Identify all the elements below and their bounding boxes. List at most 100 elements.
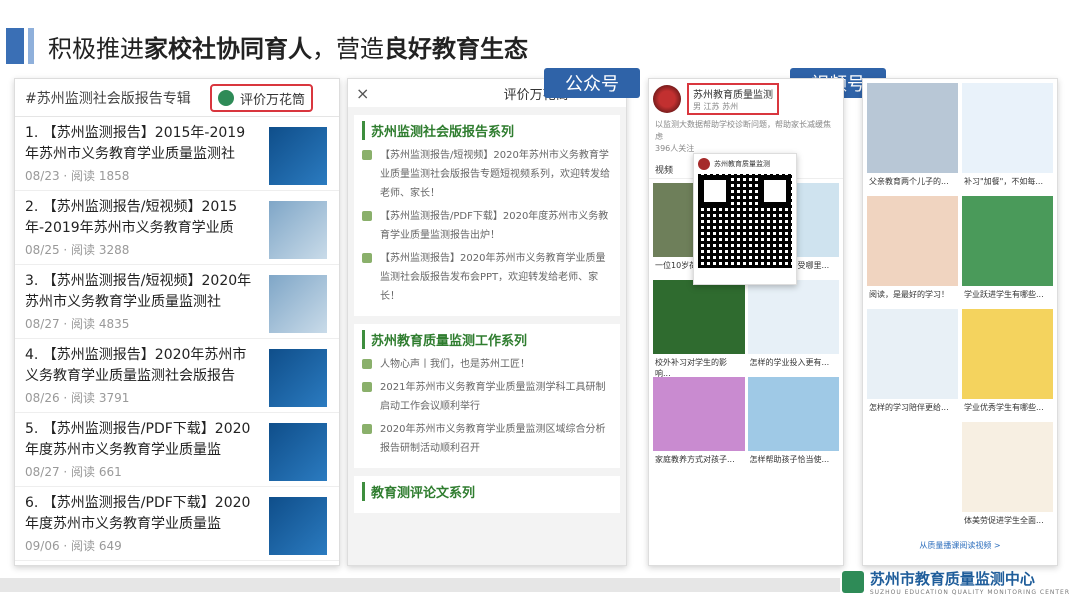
series-link[interactable]: 【苏州监测报告】2020年苏州市义务教育学业质量监测社会版报告发布会PPT，欢迎… xyxy=(362,249,612,306)
title-part: 积极推进 xyxy=(48,34,144,63)
video-card[interactable]: 家庭教养方式对孩子... xyxy=(653,377,745,471)
album-header: #苏州监测社会版报告专辑 评价万花筒 xyxy=(15,79,339,117)
slide-title: 积极推进家校社协同育人，营造良好教育生态 xyxy=(48,29,528,64)
channel-location: 男 江苏 苏州 xyxy=(693,102,739,111)
series-link-text: 【苏州监测报告/短视频】2020年苏州市义务教育学业质量监测社会版报告专题短视频… xyxy=(380,150,610,199)
bullet-icon xyxy=(362,359,372,369)
feed-card[interactable]: 父亲教育两个儿子的... xyxy=(867,83,958,193)
channel-description: 以监测大数据帮助学校诊断问题，帮助家长减缓焦虑 xyxy=(655,120,831,141)
article-title: 5. 【苏州监测报告/PDF下载】2020年度苏州市义务教育学业质量监 xyxy=(25,421,251,458)
feed-caption: 学业跃进学生有哪些... xyxy=(964,290,1044,299)
tab-videos-label: 视频 xyxy=(655,166,674,176)
article-thumbnail xyxy=(269,423,327,481)
series-link[interactable]: 2021年苏州市义务教育学业质量监测学科工具研制启动工作会议顺利举行 xyxy=(362,378,612,416)
series-link[interactable]: 2020年苏州市义务教育学业质量监测区域综合分析报告研制活动顺利召开 xyxy=(362,420,612,458)
article-thumbnail xyxy=(269,275,327,333)
feed-thumbnail xyxy=(962,422,1053,512)
article-title: 4. 【苏州监测报告】2020年苏州市义务教育学业质量监测社会版报告 xyxy=(25,347,247,384)
video-channel-panel: 苏州教育质量监测 男 江苏 苏州 以监测大数据帮助学校诊断问题，帮助家长减缓焦虑… xyxy=(648,78,844,566)
qr-title: 苏州教育质量监测 xyxy=(714,160,770,168)
account-tag-label: 评价万花筒 xyxy=(239,92,305,108)
series-title: 教育测评论文系列 xyxy=(362,482,612,501)
video-caption: 家庭教养方式对孩子... xyxy=(655,455,735,464)
account-logo-icon xyxy=(217,90,234,106)
channel-name: 苏州教育质量监测 xyxy=(693,90,773,101)
see-more-link[interactable]: 从质量播课阅读视频 > xyxy=(863,540,1057,551)
series-card: 苏州教育质量监测工作系列人物心声丨我们，也是苏州工匠！ 2021年苏州市义务教育学… xyxy=(354,324,620,468)
video-card[interactable]: 怎样的学业投入更有... xyxy=(747,280,839,374)
album-hashtag[interactable]: #苏州监测社会版报告专辑 xyxy=(25,88,191,108)
video-caption: 怎样帮助孩子恰当使... xyxy=(749,455,830,464)
article-item[interactable]: 5. 【苏州监测报告/PDF下载】2020年度苏州市义务教育学业质量监 08/27… xyxy=(15,413,339,487)
video-thumbnail xyxy=(653,280,745,354)
org-name-en: SUZHOU EDUCATION QUALITY MONITORING CENT… xyxy=(869,589,1070,596)
feed-card[interactable]: 怎样的学习陪伴更给... xyxy=(867,309,958,419)
bullet-icon xyxy=(362,150,372,160)
article-title: 3. 【苏州监测报告/短视频】2020年苏州市义务教育学业质量监测社 xyxy=(25,273,252,310)
article-title: 1. 【苏州监测报告】2015年-2019年苏州市义务教育学业质量监测社 xyxy=(25,125,246,162)
account-tag[interactable]: 评价万花筒 xyxy=(209,84,313,112)
article-thumbnail xyxy=(269,349,327,407)
title-emphasis: 良好教育生态 xyxy=(384,34,528,63)
video-caption: 校外补习对学生的影响... xyxy=(655,358,727,378)
feed-card[interactable]: 学业跃进学生有哪些... xyxy=(962,196,1053,306)
article-thumbnail xyxy=(269,127,327,185)
qr-popup: 苏州教育质量监测 xyxy=(693,153,797,285)
video-card[interactable]: 怎样帮助孩子恰当使... xyxy=(747,377,839,471)
feed-caption: 阅读，是最好的学习！ xyxy=(869,290,949,299)
article-item[interactable]: 3. 【苏州监测报告/短视频】2020年苏州市义务教育学业质量监测社 08/27 … xyxy=(15,265,339,339)
qr-code-icon[interactable] xyxy=(698,174,792,268)
article-item[interactable]: 4. 【苏州监测报告】2020年苏州市义务教育学业质量监测社会版报告 08/26 … xyxy=(15,339,339,413)
bullet-icon xyxy=(362,211,372,221)
video-thumbnail xyxy=(747,280,839,354)
series-link-text: 2021年苏州市义务教育学业质量监测学科工具研制启动工作会议顺利举行 xyxy=(380,382,606,412)
feed-thumbnail xyxy=(867,309,958,399)
series-link-text: 2020年苏州市义务教育学业质量监测区域综合分析报告研制活动顺利召开 xyxy=(380,424,606,454)
bullet-icon xyxy=(362,382,372,392)
feed-card[interactable]: 阅读，是最好的学习！ xyxy=(867,196,958,306)
channel-header: 苏州教育质量监测 男 江苏 苏州 xyxy=(649,79,843,119)
feed-card[interactable]: 体美劳促进学生全面... xyxy=(962,422,1053,532)
series-link[interactable]: 人物心声丨我们，也是苏州工匠！ xyxy=(362,355,612,374)
article-list: 1. 【苏州监测报告】2015年-2019年苏州市义务教育学业质量监测社 08/2… xyxy=(15,117,339,561)
callout-official-account: 公众号 xyxy=(544,68,640,98)
series-list: 苏州监测社会版报告系列【苏州监测报告/短视频】2020年苏州市义务教育学业质量监… xyxy=(348,115,626,513)
series-title: 苏州教育质量监测工作系列 xyxy=(362,330,612,349)
article-item[interactable]: 1. 【苏州监测报告】2015年-2019年苏州市义务教育学业质量监测社 08/2… xyxy=(15,117,339,191)
slide-title-bar: 积极推进家校社协同育人，营造良好教育生态 xyxy=(0,22,528,70)
feed-thumbnail xyxy=(962,196,1053,286)
account-menu-panel: × 评价万花筒 › 苏州监测社会版报告系列【苏州监测报告/短视频】2020年苏州… xyxy=(347,78,627,566)
footer-logo: 苏州市教育质量监测中心 SUZHOU EDUCATION QUALITY MON… xyxy=(841,568,1070,596)
series-card: 苏州监测社会版报告系列【苏州监测报告/短视频】2020年苏州市义务教育学业质量监… xyxy=(354,115,620,316)
series-title: 苏州监测社会版报告系列 xyxy=(362,121,612,140)
video-thumbnail xyxy=(747,377,839,451)
video-caption: 怎样的学业投入更有... xyxy=(749,358,830,367)
series-link-text: 人物心声丨我们，也是苏州工匠！ xyxy=(380,359,530,370)
bullet-icon xyxy=(362,424,372,434)
org-logo-icon xyxy=(841,571,864,593)
feed-thumbnail xyxy=(962,83,1053,173)
title-accent xyxy=(6,28,24,64)
avatar[interactable] xyxy=(653,85,681,113)
feed-thumbnail xyxy=(962,309,1053,399)
close-icon[interactable]: × xyxy=(356,84,369,103)
article-list-panel: #苏州监测社会版报告专辑 评价万花筒 1. 【苏州监测报告】2015年-2019… xyxy=(14,78,340,566)
feed-caption: 学业优秀学生有哪些... xyxy=(964,403,1044,412)
feed-caption: 父亲教育两个儿子的... xyxy=(869,177,949,186)
bullet-icon xyxy=(362,253,372,263)
series-link[interactable]: 【苏州监测报告/短视频】2020年苏州市义务教育学业质量监测社会版报告专题短视频… xyxy=(362,146,612,203)
article-thumbnail xyxy=(269,201,327,259)
feed-column-right: 补习"加餐"，不如每... 学业跃进学生有哪些... 学业优秀学生有哪些... 体美劳… xyxy=(962,83,1053,535)
qr-header: 苏州教育质量监测 xyxy=(698,158,792,170)
series-link-text: 【苏州监测报告】2020年苏州市义务教育学业质量监测社会版报告发布会PPT，欢迎… xyxy=(380,253,606,302)
feed-thumbnail xyxy=(867,83,958,173)
series-link[interactable]: 【苏州监测报告/PDF下载】2020年度苏州市义务教育学业质量监测报告出炉！ xyxy=(362,207,612,245)
article-item[interactable]: 6. 【苏州监测报告/PDF下载】2020年度苏州市义务教育学业质量监 09/06… xyxy=(15,487,339,561)
series-link-text: 【苏州监测报告/PDF下载】2020年度苏州市义务教育学业质量监测报告出炉！ xyxy=(380,211,609,241)
feed-card[interactable]: 学业优秀学生有哪些... xyxy=(962,309,1053,419)
title-accent-light xyxy=(28,28,34,64)
video-card[interactable]: 校外补习对学生的影响... xyxy=(653,280,745,378)
feed-card[interactable]: 补习"加餐"，不如每... xyxy=(962,83,1053,193)
channel-name-box[interactable]: 苏州教育质量监测 男 江苏 苏州 xyxy=(687,83,779,115)
article-item[interactable]: 2. 【苏州监测报告/短视频】2015年-2019年苏州市义务教育学业质 08/2… xyxy=(15,191,339,265)
